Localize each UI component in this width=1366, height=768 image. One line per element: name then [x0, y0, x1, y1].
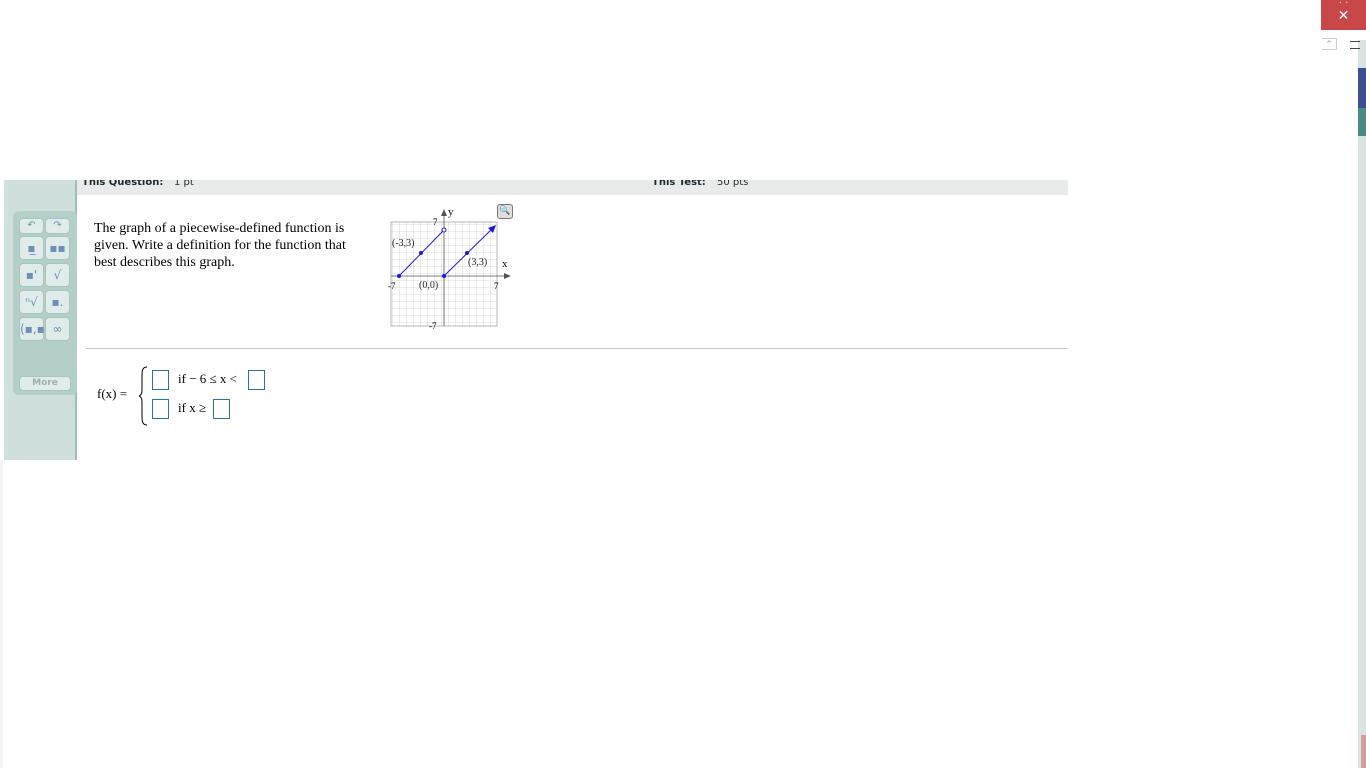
- point-label-right: (3,3): [468, 257, 487, 268]
- this-question-value: 1 pt: [174, 180, 194, 188]
- side-strip: [1358, 40, 1366, 768]
- x-tick-left: -7: [388, 281, 396, 291]
- x-tick-right: 7: [494, 281, 499, 291]
- piece2-expression-input[interactable]: [152, 399, 169, 419]
- nth-root-icon[interactable]: ⁿ√: [19, 290, 44, 314]
- mixed-number-icon[interactable]: ▪▪: [45, 236, 70, 260]
- magnify-icon[interactable]: 🔍: [497, 204, 513, 219]
- y-tick-bottom: -7: [429, 321, 437, 331]
- subscript-icon[interactable]: ▪.: [45, 290, 70, 314]
- interval-icon[interactable]: (▪,▪): [19, 317, 49, 341]
- square-root-icon[interactable]: √: [45, 263, 70, 287]
- menu-icon[interactable]: [1350, 41, 1360, 49]
- x-axis-label: x: [502, 258, 508, 270]
- fx-label: f(x) =: [97, 386, 128, 401]
- side-strip-accent: [1358, 68, 1366, 108]
- y-tick-top: 7: [433, 217, 438, 227]
- this-test-label: This Test:: [652, 180, 706, 188]
- this-question-label: This Question:: [82, 180, 164, 188]
- side-strip-accent: [1361, 735, 1366, 768]
- left-edge: [0, 460, 3, 768]
- y-axis-label: y: [448, 206, 454, 218]
- piece1-expression-input[interactable]: [152, 370, 169, 390]
- point-label-origin: (0,0): [419, 280, 438, 291]
- point-label-left: (-3,3): [392, 238, 415, 249]
- piece1-condition-text: if − 6 ≤ x <: [178, 371, 237, 386]
- question-text: The graph of a piecewise-defined functio…: [94, 221, 346, 270]
- piecewise-brace: [139, 366, 148, 426]
- this-test-value: 50 pts: [717, 180, 749, 188]
- piece2-condition-text: if x ≥: [178, 400, 207, 415]
- math-palette-panel: ↶ ↷ ▪̲ ▪▪ ▪' √ ⁿ√ ▪. (▪,▪) ∞ More: [4, 180, 77, 460]
- redo-icon[interactable]: ↷: [45, 218, 70, 234]
- math-palette: ↶ ↷ ▪̲ ▪▪ ▪' √ ⁿ√ ▪. (▪,▪) ∞ More: [13, 211, 77, 395]
- question-header-bar: This Question: 1 pt This Test: 50 pts: [76, 180, 1068, 195]
- function-graph: y x 7 -7 -7 7 (-3,3) (0,0) (3,3): [388, 206, 511, 331]
- window-close-button[interactable]: · · ✕: [1321, 0, 1366, 30]
- exponent-icon[interactable]: ▪': [19, 263, 44, 287]
- section-divider: [86, 348, 1068, 349]
- more-button[interactable]: More: [19, 376, 71, 391]
- fraction-icon[interactable]: ▪̲: [19, 236, 44, 260]
- infinity-icon[interactable]: ∞: [45, 317, 70, 341]
- undo-icon[interactable]: ↶: [19, 218, 44, 234]
- piece2-bound-input[interactable]: [213, 399, 230, 419]
- scroll-control[interactable]: ^: [1322, 38, 1337, 50]
- piece1-bound-input[interactable]: [248, 370, 265, 390]
- side-strip-accent: [1358, 108, 1366, 136]
